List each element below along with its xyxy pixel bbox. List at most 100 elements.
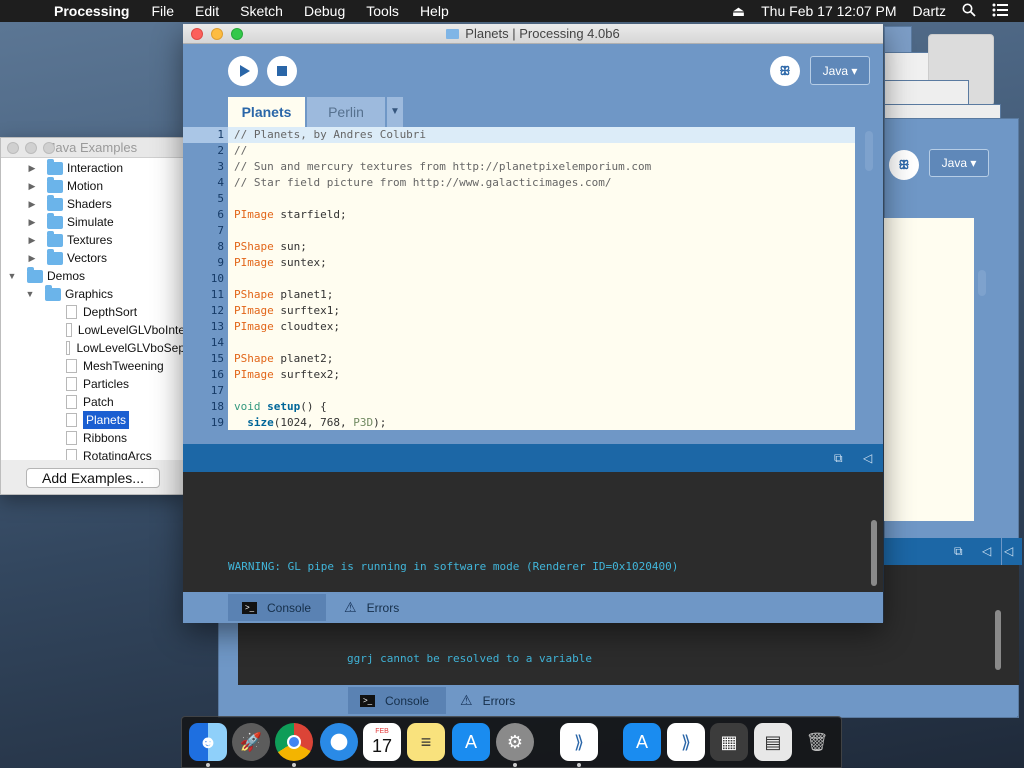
tree-item-motion[interactable]: ▶ Motion <box>1 176 185 195</box>
tree-item-interaction[interactable]: ▶ Interaction <box>1 158 185 177</box>
mode-select[interactable]: Java ▾ <box>810 56 870 85</box>
errors-tab-behind[interactable]: ⚠ Errors <box>460 687 550 714</box>
code-line[interactable]: 15 PShape planet2; <box>183 351 855 367</box>
tab-menu-button[interactable]: ▼ <box>387 97 403 127</box>
app-store-icon[interactable]: A <box>623 723 661 761</box>
minimize-button[interactable] <box>25 142 37 154</box>
zoom-button[interactable] <box>43 142 55 154</box>
debug-button-behind[interactable]: ꕥ <box>889 150 919 180</box>
code-line[interactable]: 18 void setup() { <box>183 399 855 415</box>
add-examples-button[interactable]: Add Examples... <box>26 468 160 488</box>
chevron-right-icon[interactable]: ▶ <box>27 213 37 231</box>
safari-icon[interactable]: ✦ <box>320 723 358 761</box>
code-line[interactable]: 12 PImage surftex1; <box>183 303 855 319</box>
close-button[interactable] <box>7 142 19 154</box>
code-line[interactable]: 11 PShape planet1; <box>183 287 855 303</box>
tree-item-depthsort[interactable]: DepthSort <box>1 303 185 321</box>
examples-title-bar[interactable]: Java Examples <box>1 138 185 158</box>
code-line[interactable]: 13 PImage cloudtex; <box>183 319 855 335</box>
tree-item-textures[interactable]: ▶ Textures <box>1 230 185 249</box>
code-line[interactable]: 6 PImage starfield; <box>183 207 855 223</box>
tree-item-simulate[interactable]: ▶ Simulate <box>1 212 185 231</box>
finder-icon[interactable]: ☻ <box>189 723 227 761</box>
errors-tab[interactable]: ⚠ Errors <box>344 594 434 621</box>
menu-edit[interactable]: Edit <box>195 3 219 19</box>
editor-scrollbar[interactable] <box>865 131 873 171</box>
tree-item-demos[interactable]: ▼ Demos <box>1 266 185 285</box>
editor-scrollbar-behind[interactable] <box>978 270 986 296</box>
main-title-bar[interactable]: Planets | Processing 4.0b6 <box>183 24 883 44</box>
tree-item-graphics[interactable]: ▼ Graphics <box>1 284 185 303</box>
copy-icon[interactable]: ⧉ <box>954 544 963 559</box>
code-line[interactable]: 10 <box>183 271 855 287</box>
tree-item-patch[interactable]: Patch <box>1 393 185 411</box>
processing-document-icon[interactable]: ⟫ <box>667 723 705 761</box>
chevron-down-icon[interactable]: ▼ <box>25 285 35 303</box>
app-store-icon[interactable]: A <box>452 723 490 761</box>
chevron-right-icon[interactable]: ▶ <box>27 195 37 213</box>
tree-item-meshtweening[interactable]: MeshTweening <box>1 357 185 375</box>
close-button[interactable] <box>191 28 203 40</box>
tree-item-ribbons[interactable]: Ribbons <box>1 429 185 447</box>
run-button[interactable] <box>228 56 258 86</box>
minimize-button[interactable] <box>211 28 223 40</box>
tree-item-particles[interactable]: Particles <box>1 375 185 393</box>
tree-item-lowlevelglvbosep[interactable]: LowLevelGLVboSep <box>1 339 185 357</box>
menu-sketch[interactable]: Sketch <box>240 3 283 19</box>
user-name[interactable]: Dartz <box>913 3 946 19</box>
menu-file[interactable]: File <box>151 3 174 19</box>
debug-button[interactable]: ꕥ <box>770 56 800 86</box>
chrome-icon[interactable] <box>275 723 313 761</box>
chevron-right-icon[interactable]: ▶ <box>27 177 37 195</box>
tree-item-vectors[interactable]: ▶ Vectors <box>1 248 185 267</box>
tree-item-shaders[interactable]: ▶ Shaders <box>1 194 185 213</box>
copy-icon[interactable]: ⧉ <box>834 451 843 466</box>
code-line[interactable]: 5 <box>183 191 855 207</box>
code-line[interactable]: 16 PImage surftex2; <box>183 367 855 383</box>
chevron-down-icon[interactable]: ▼ <box>7 267 17 285</box>
search-icon[interactable] <box>962 3 976 20</box>
code-line[interactable]: 1// Planets, by Andres Colubri <box>183 127 855 143</box>
chevron-right-icon[interactable]: ▶ <box>27 231 37 249</box>
code-line[interactable]: 17 <box>183 383 855 399</box>
collapse-icon[interactable]: ◁ <box>1004 544 1013 558</box>
collapse-console-icon[interactable]: ◁ <box>863 451 872 465</box>
console-tab-behind[interactable]: >_ Console <box>348 687 446 714</box>
tree-item-planets[interactable]: Planets <box>1 411 185 429</box>
system-preferences-icon[interactable]: ⚙ <box>496 723 534 761</box>
trash-icon[interactable]: 🗑 <box>798 723 836 761</box>
zoom-button[interactable] <box>231 28 243 40</box>
console-scrollbar[interactable] <box>871 520 877 586</box>
clock[interactable]: Thu Feb 17 12:07 PM <box>761 3 896 19</box>
code-line[interactable]: 8 PShape sun; <box>183 239 855 255</box>
notes-icon[interactable]: ≡ <box>407 723 445 761</box>
control-center-icon[interactable] <box>992 3 1008 20</box>
eject-icon[interactable]: ⏏ <box>732 3 745 20</box>
launchpad-icon[interactable]: 🚀 <box>232 723 270 761</box>
tab-perlin[interactable]: Perlin <box>307 97 385 127</box>
calendar-icon[interactable]: FEB 17 <box>363 723 401 761</box>
code-line[interactable]: 7 <box>183 223 855 239</box>
menu-app-name[interactable]: Processing <box>54 3 129 19</box>
minimized-window-icon[interactable]: ▦ <box>710 723 748 761</box>
stop-button[interactable] <box>267 56 297 86</box>
code-line[interactable]: 14 <box>183 335 855 351</box>
code-line[interactable]: 2// <box>183 143 855 159</box>
tree-item-lowlevelglvbointe[interactable]: LowLevelGLVboInte <box>1 321 185 339</box>
console-scrollbar-behind[interactable] <box>995 610 1001 670</box>
processing-icon[interactable]: ⟫ <box>560 723 598 761</box>
chevron-right-icon[interactable]: ▶ <box>27 159 37 177</box>
tree-item-rotatingarcs[interactable]: RotatingArcs <box>1 447 185 460</box>
menu-help[interactable]: Help <box>420 3 449 19</box>
code-line[interactable]: 4// Star field picture from http://www.g… <box>183 175 855 191</box>
chevron-right-icon[interactable]: ▶ <box>27 249 37 267</box>
code-line[interactable]: 3// Sun and mercury textures from http:/… <box>183 159 855 175</box>
minimized-window-icon[interactable]: ▤ <box>754 723 792 761</box>
tab-planets[interactable]: Planets <box>228 97 305 127</box>
mode-select-behind[interactable]: Java ▾ <box>929 149 989 177</box>
menu-tools[interactable]: Tools <box>366 3 399 19</box>
collapse-icon[interactable]: ◁ <box>982 544 991 558</box>
console-tab[interactable]: >_ Console <box>228 594 326 621</box>
code-line[interactable]: 9 PImage suntex; <box>183 255 855 271</box>
code-line[interactable]: 19 size(1024, 768, P3D); <box>183 415 855 431</box>
